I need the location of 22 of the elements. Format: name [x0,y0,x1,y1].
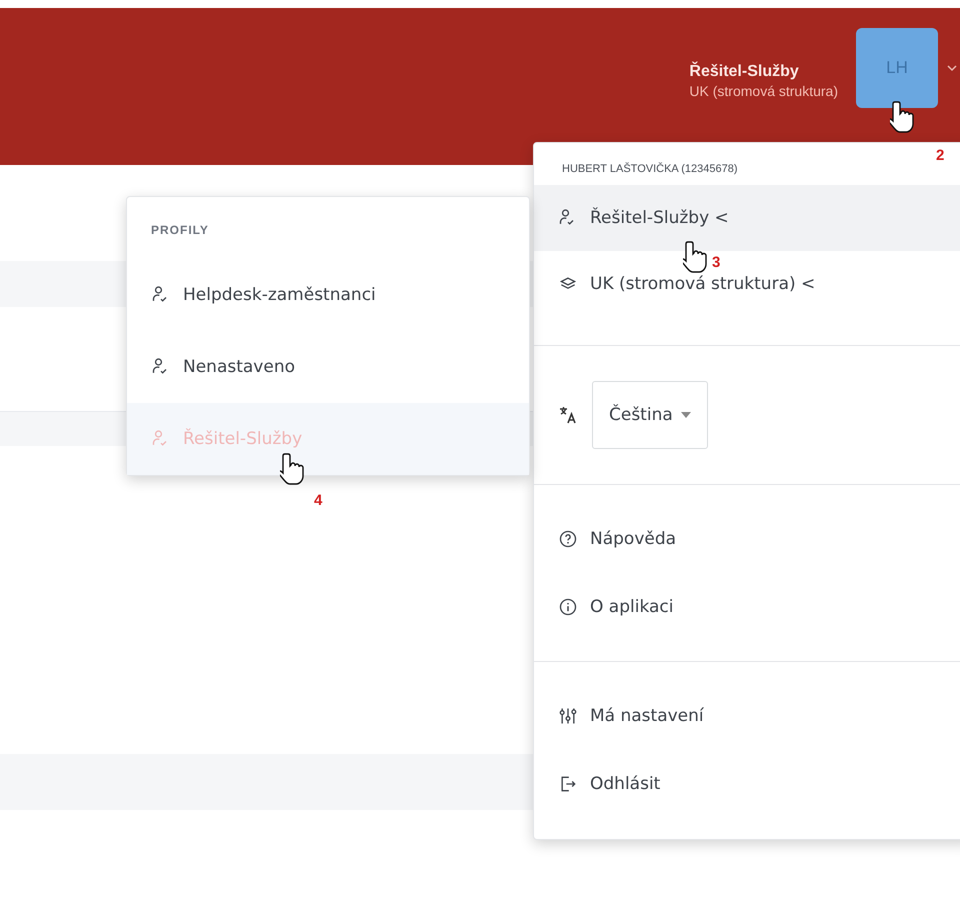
menu-item[interactable]: O aplikaci [534,573,960,641]
sliders-icon [558,706,578,726]
step-number: 4 [314,492,322,509]
hand-cursor-icon [890,100,916,134]
menu-item[interactable]: Odhlásit [534,750,960,818]
step-number: 3 [712,254,720,271]
language-select[interactable]: Čeština [592,381,708,449]
step-number: 2 [936,147,944,164]
menu-item[interactable]: Má nastavení [534,682,960,750]
menu-heading: PROFILY [150,222,210,239]
info-icon [558,597,578,617]
menu-item[interactable]: Řešitel-Služby < [534,185,960,251]
help-icon [558,529,578,549]
caret-icon [680,412,691,418]
profile-item[interactable]: Nenastaveno [127,331,529,403]
current-role: Řešitel-Služby [689,62,800,80]
profile-item[interactable]: Helpdesk-zaměstnanci [127,259,529,331]
hand-cursor-icon [683,240,709,274]
menu-item[interactable]: Nápověda [534,505,960,573]
translate-icon [558,405,578,425]
current-unit: UK (stromová struktura) [689,82,838,98]
user-name: HUBERT LAŠTOVIČKA (12345678) [562,163,738,175]
